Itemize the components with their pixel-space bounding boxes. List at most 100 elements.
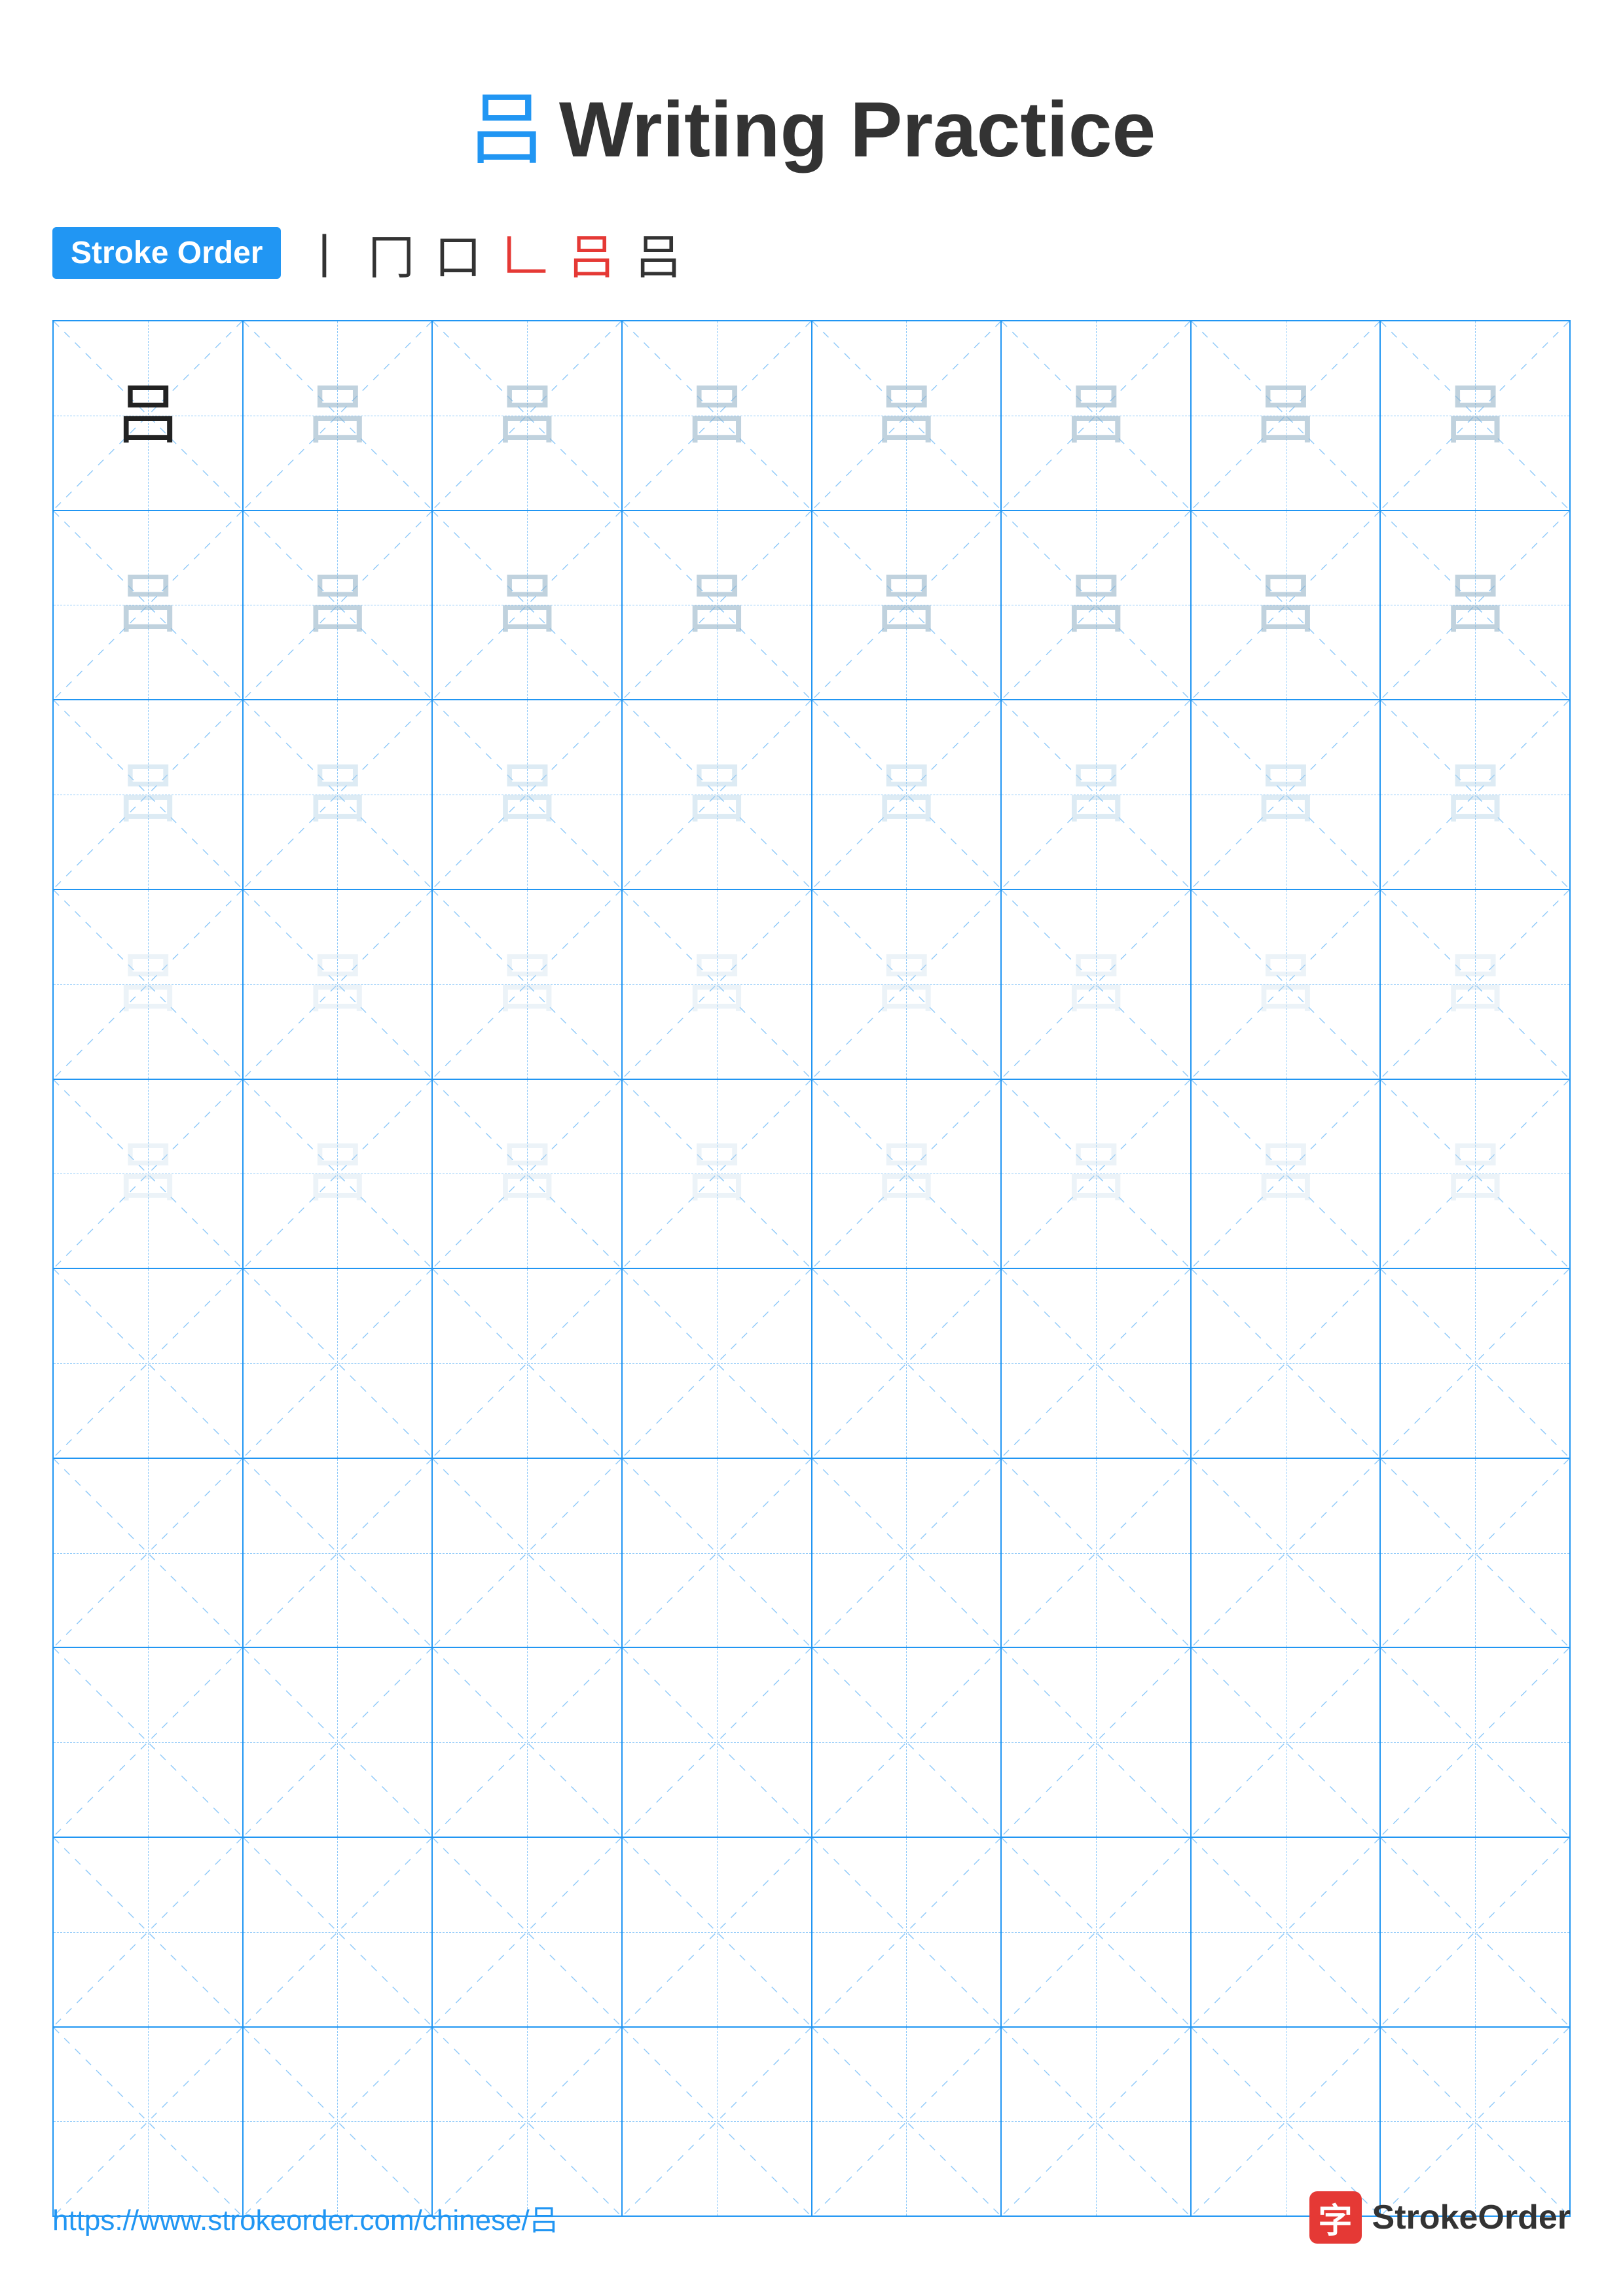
grid-cell[interactable] [812, 2027, 1002, 2217]
grid-cell[interactable] [1380, 1458, 1570, 1648]
grid-cell[interactable]: 吕 [812, 700, 1002, 889]
grid-cell[interactable]: 吕 [1380, 511, 1570, 700]
grid-cell[interactable] [432, 1458, 622, 1648]
guide-char: 吕 [1442, 572, 1508, 637]
guide-char: 吕 [494, 952, 560, 1017]
grid-cell[interactable] [53, 1458, 243, 1648]
grid-cell[interactable] [812, 1458, 1002, 1648]
guide-char: 吕 [304, 952, 370, 1017]
footer-url[interactable]: https://www.strokeorder.com/chinese/吕 [52, 2197, 558, 2238]
grid-cell[interactable] [622, 1458, 812, 1648]
grid-cell[interactable]: 吕 [1191, 321, 1381, 511]
grid-cell[interactable] [1191, 1458, 1381, 1648]
grid-cell[interactable]: 吕 [622, 321, 812, 511]
grid-cell[interactable]: 吕 [1380, 889, 1570, 1079]
stroke-step-1: 丨 [301, 219, 348, 287]
grid-cell[interactable]: 吕 [1001, 511, 1191, 700]
grid-cell[interactable]: 吕 [432, 511, 622, 700]
grid-cell[interactable] [243, 1647, 433, 1837]
grid-cell[interactable] [1001, 1837, 1191, 2027]
grid-cell[interactable] [1191, 1268, 1381, 1458]
grid-cell[interactable] [622, 2027, 812, 2217]
grid-cell[interactable]: 吕 [1001, 889, 1191, 1079]
grid-cell[interactable]: 吕 [53, 511, 243, 700]
grid-cell[interactable]: 吕 [432, 889, 622, 1079]
grid-cell[interactable]: 吕 [622, 700, 812, 889]
grid-cell[interactable]: 吕 [53, 889, 243, 1079]
grid-cell[interactable]: 吕 [243, 1079, 433, 1269]
grid-cell[interactable] [1380, 1837, 1570, 2027]
grid-cell[interactable]: 吕 [1191, 511, 1381, 700]
grid-cell[interactable] [53, 1268, 243, 1458]
grid-cell[interactable] [1191, 1647, 1381, 1837]
guide-char: 吕 [115, 1141, 181, 1206]
guide-char: 吕 [1063, 952, 1129, 1017]
grid-cell[interactable]: 吕 [1191, 700, 1381, 889]
grid-cell[interactable]: 吕 [1191, 1079, 1381, 1269]
guide-char: 吕 [1253, 952, 1319, 1017]
grid-cell[interactable] [1001, 1458, 1191, 1648]
grid-cell[interactable] [243, 1268, 433, 1458]
grid-cell[interactable] [243, 1837, 433, 2027]
grid-cell[interactable]: 吕 [1380, 1079, 1570, 1269]
grid-cell[interactable] [432, 1647, 622, 1837]
grid-cell[interactable]: 吕 [53, 321, 243, 511]
grid-cell[interactable] [1001, 1647, 1191, 1837]
grid-cell[interactable]: 吕 [1380, 321, 1570, 511]
grid-cell[interactable] [432, 1268, 622, 1458]
guide-char: 吕 [1442, 1141, 1508, 1206]
grid-cell[interactable] [622, 1647, 812, 1837]
grid-cell[interactable] [53, 2027, 243, 2217]
grid-cell[interactable] [432, 1837, 622, 2027]
grid-cell[interactable]: 吕 [243, 321, 433, 511]
practice-grid: 吕 吕 吕 吕 吕 吕 吕 吕 吕 吕 [52, 320, 1571, 2217]
grid-cell[interactable] [243, 2027, 433, 2217]
grid-cell[interactable]: 吕 [1001, 700, 1191, 889]
grid-cell[interactable]: 吕 [622, 889, 812, 1079]
guide-char: 吕 [115, 572, 181, 637]
grid-cell[interactable] [1191, 2027, 1381, 2217]
grid-cell[interactable]: 吕 [243, 511, 433, 700]
grid-cell[interactable] [1001, 1268, 1191, 1458]
grid-cell[interactable] [53, 1647, 243, 1837]
guide-char: 吕 [1253, 572, 1319, 637]
grid-cell[interactable]: 吕 [1191, 889, 1381, 1079]
guide-char: 吕 [1442, 952, 1508, 1017]
grid-cell[interactable] [812, 1647, 1002, 1837]
guide-char: 吕 [304, 572, 370, 637]
grid-cell[interactable] [812, 1837, 1002, 2027]
grid-cell[interactable]: 吕 [243, 889, 433, 1079]
grid-cell[interactable]: 吕 [812, 511, 1002, 700]
grid-cell[interactable]: 吕 [1380, 700, 1570, 889]
grid-cell[interactable] [622, 1268, 812, 1458]
grid-cell[interactable] [1191, 1837, 1381, 2027]
grid-cell[interactable]: 吕 [432, 1079, 622, 1269]
footer-logo-icon: 字 [1309, 2191, 1362, 2244]
guide-char: 吕 [684, 762, 750, 827]
grid-cell[interactable] [243, 1458, 433, 1648]
grid-cell[interactable] [1380, 1268, 1570, 1458]
grid-cell[interactable]: 吕 [432, 321, 622, 511]
grid-cell[interactable] [812, 1268, 1002, 1458]
guide-char: 吕 [494, 383, 560, 448]
grid-cell[interactable] [1380, 1647, 1570, 1837]
grid-cell[interactable]: 吕 [243, 700, 433, 889]
grid-cell[interactable]: 吕 [622, 511, 812, 700]
grid-cell[interactable]: 吕 [812, 1079, 1002, 1269]
grid-cell[interactable]: 吕 [1001, 321, 1191, 511]
grid-cell[interactable]: 吕 [53, 1079, 243, 1269]
grid-cell[interactable] [432, 2027, 622, 2217]
grid-cell[interactable]: 吕 [432, 700, 622, 889]
grid-cell[interactable]: 吕 [53, 700, 243, 889]
grid-cell[interactable]: 吕 [1001, 1079, 1191, 1269]
grid-cell[interactable]: 吕 [812, 321, 1002, 511]
grid-cell[interactable]: 吕 [622, 1079, 812, 1269]
guide-char: 吕 [115, 952, 181, 1017]
grid-cell[interactable] [1380, 2027, 1570, 2217]
grid-cell[interactable] [53, 1837, 243, 2027]
grid-cell[interactable] [622, 1837, 812, 2027]
guide-char: 吕 [684, 383, 750, 448]
stroke-step-3: 口 [434, 219, 481, 287]
grid-cell[interactable] [1001, 2027, 1191, 2217]
grid-cell[interactable]: 吕 [812, 889, 1002, 1079]
